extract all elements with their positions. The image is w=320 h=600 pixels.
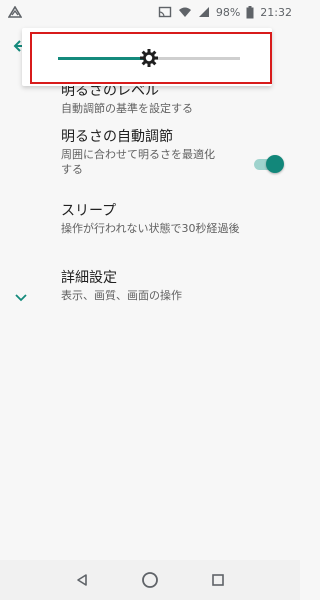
sleep-summary: 操作が行われない状態で30秒経過後 — [61, 222, 240, 235]
cast-icon — [158, 6, 172, 18]
home-circle-icon[interactable] — [138, 568, 162, 592]
advanced-settings-item[interactable]: 詳細設定 表示、画質、画面の操作 — [0, 260, 300, 320]
sleep-title: スリープ — [61, 203, 117, 219]
display-settings-list: 明るさのレベル 自動調節の基準を設定する 明るさの自動調節 周囲に合わせて明るさ… — [0, 78, 300, 320]
chevron-down-icon — [15, 287, 27, 306]
toggle-knob — [266, 155, 284, 173]
adaptive-brightness-summary-line2: する — [61, 163, 83, 176]
battery-icon — [246, 5, 254, 19]
battery-percentage: 98% — [215, 5, 241, 19]
adaptive-brightness-toggle[interactable] — [252, 154, 284, 174]
wifi-icon — [178, 6, 192, 18]
adaptive-brightness-summary-line1: 周囲に合わせて明るさを最適化 — [61, 148, 215, 161]
app-notification-icon — [8, 6, 22, 18]
back-triangle-icon[interactable] — [70, 568, 94, 592]
status-time: 21:32 — [260, 5, 292, 19]
signal-icon — [198, 6, 210, 18]
advanced-settings-summary: 表示、画質、画面の操作 — [61, 289, 182, 302]
highlight-box — [30, 32, 272, 84]
status-bar: 98% 21:32 — [0, 0, 300, 24]
brightness-level-summary: 自動調節の基準を設定する — [61, 102, 193, 115]
navigation-bar — [0, 560, 300, 600]
adaptive-brightness-item[interactable]: 明るさの自動調節 周囲に合わせて明るさを最適化 する — [0, 118, 300, 194]
recents-square-icon[interactable] — [206, 568, 230, 592]
adaptive-brightness-title: 明るさの自動調節 — [61, 129, 173, 145]
adaptive-brightness-summary: 周囲に合わせて明るさを最適化 する — [61, 147, 240, 177]
advanced-settings-title: 詳細設定 — [61, 270, 117, 286]
sleep-item[interactable]: スリープ 操作が行われない状態で30秒経過後 — [0, 194, 300, 260]
